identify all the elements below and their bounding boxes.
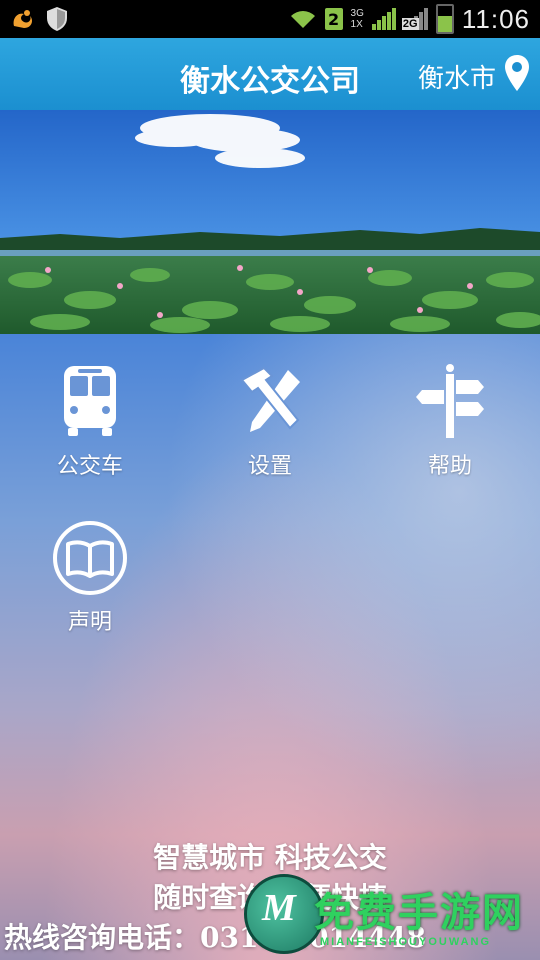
- menu-item-label: 公交车: [56, 454, 123, 479]
- signal-2g-icon: 2G: [401, 8, 428, 30]
- clock: 11:06: [461, 3, 530, 34]
- signpost-icon: [416, 364, 484, 438]
- uc-browser-icon: [13, 10, 32, 28]
- book-icon: [53, 521, 127, 595]
- net-type-2g: 2G: [401, 18, 419, 30]
- menu-item-statement[interactable]: 声明: [30, 518, 150, 636]
- net-type-bottom: 1X: [350, 19, 363, 30]
- menu-item-settings[interactable]: 设置: [210, 362, 330, 480]
- city-selector[interactable]: 衡水市: [418, 58, 496, 95]
- status-bar: 2 3G 1X 2G 11:06: [0, 0, 540, 38]
- sim-slot: 2: [327, 9, 340, 29]
- network-type: 3G 1X: [351, 8, 364, 30]
- lotus-lake-image: [0, 110, 540, 334]
- banner-image: [0, 110, 540, 334]
- app-bar: 衡水公交公司 衡水市: [0, 38, 540, 110]
- sim-icon: 2: [324, 8, 343, 30]
- watermark-logo-letter: M: [262, 887, 296, 929]
- shield-icon: [47, 7, 67, 31]
- tools-icon: [240, 366, 300, 432]
- menu-item-label: 声明: [67, 610, 112, 635]
- watermark-text: 免费手游网: [314, 890, 524, 936]
- signal-icon: [371, 8, 396, 30]
- net-type-top: 3G: [350, 8, 364, 19]
- menu-item-label: 设置: [247, 454, 292, 479]
- wifi-icon: [290, 11, 315, 28]
- location-pin-icon[interactable]: [504, 54, 530, 92]
- bus-icon: [64, 366, 116, 436]
- menu-item-label: 帮助: [427, 454, 472, 479]
- watermark-subtext: MIANFEISHOUYOUWANG: [320, 936, 492, 948]
- battery-icon: [435, 4, 454, 34]
- watermark: M 免费手游网 MIANFEISHOUYOUWANG: [244, 866, 540, 960]
- menu-item-help[interactable]: 帮助: [390, 362, 510, 480]
- menu-item-bus[interactable]: 公交车: [30, 362, 150, 480]
